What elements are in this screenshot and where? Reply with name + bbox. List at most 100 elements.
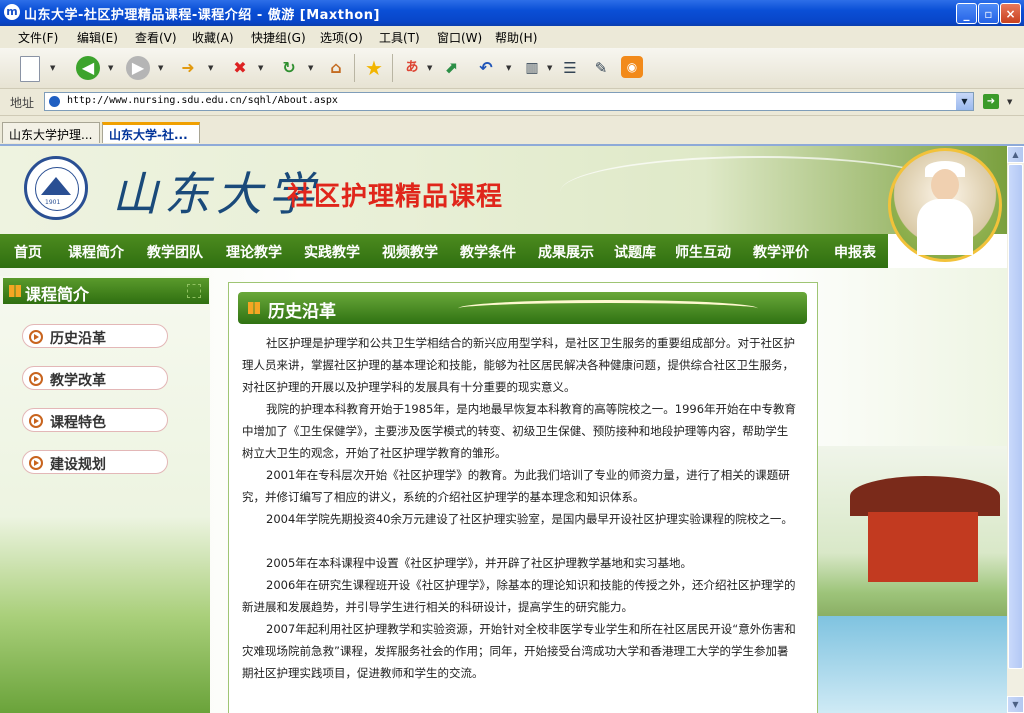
menu-tools[interactable]: 工具(T) [379, 29, 420, 46]
article-heading: 历史沿革 [268, 302, 336, 322]
close-icon[interactable]: × [1000, 3, 1021, 24]
sidebar-item-reform[interactable]: 教学改革 [22, 366, 168, 390]
menu-help[interactable]: 帮助(H) [495, 29, 537, 46]
nav-teaching-team[interactable]: 教学团队 [147, 242, 203, 262]
vertical-scrollbar[interactable]: ▲ ▼ [1007, 146, 1024, 713]
edit-icon[interactable]: ✎ [589, 56, 613, 80]
nav-achievements[interactable]: 成果展示 [538, 242, 594, 262]
water [818, 616, 1007, 713]
chevron-down-icon[interactable]: ▼ [506, 64, 511, 72]
chevron-down-icon[interactable]: ▼ [158, 64, 163, 72]
scroll-thumb[interactable] [1008, 164, 1023, 669]
nav-teaching-conditions[interactable]: 教学条件 [460, 242, 516, 262]
chevron-down-icon[interactable]: ▼ [547, 64, 552, 72]
site-header: 1901 山东大学 社区护理精品课程 [0, 146, 1007, 234]
menu-view[interactable]: 查看(V) [135, 29, 177, 46]
chevron-down-icon[interactable]: ▼ [258, 64, 263, 72]
article-heading-bar: 历史沿革 [238, 292, 807, 324]
chevron-down-icon[interactable]: ▼ [108, 64, 113, 72]
address-bar: 地址 http://www.nursing.sdu.edu.cn/sqhl/Ab… [0, 89, 1024, 116]
sidebar-item-history[interactable]: 历史沿革 [22, 324, 168, 348]
grid-icon [9, 285, 21, 297]
new-page-icon[interactable] [20, 56, 40, 82]
logo-year: 1901 [45, 199, 61, 206]
university-logo: 1901 [24, 156, 88, 220]
forward-icon[interactable]: ▶ [126, 56, 150, 80]
favorites-star-icon[interactable]: ★ [362, 56, 386, 80]
translate-icon[interactable]: あ [400, 56, 424, 80]
nav-practice-teaching[interactable]: 实践教学 [304, 242, 360, 262]
chevron-down-icon[interactable]: ▼ [308, 64, 313, 72]
menu-favorites[interactable]: 收藏(A) [192, 29, 234, 46]
stop-icon[interactable]: ✖ [228, 56, 252, 80]
chevron-down-icon[interactable]: ▼ [956, 93, 973, 110]
refresh-icon[interactable]: ↻ [277, 56, 301, 80]
rss-icon[interactable]: ◉ [621, 56, 643, 78]
menu-groups[interactable]: 快捷组(G) [251, 29, 306, 46]
scroll-up-icon[interactable]: ▲ [1007, 146, 1024, 163]
chevron-down-icon[interactable]: ▼ [208, 64, 213, 72]
undo-icon[interactable]: ↶ [474, 56, 498, 80]
nav-application[interactable]: 申报表 [834, 242, 876, 262]
chevron-down-icon[interactable]: ▼ [1007, 98, 1012, 106]
address-input[interactable]: http://www.nursing.sdu.edu.cn/sqhl/About… [44, 92, 974, 111]
toolbar-separator [354, 54, 355, 82]
maxthon-app-icon[interactable]: m [4, 4, 20, 20]
menu-bar: 文件(F) 编辑(E) 查看(V) 收藏(A) 快捷组(G) 选项(O) 工具(… [0, 26, 1024, 49]
maximize-icon[interactable]: ▫ [978, 3, 999, 24]
nav-home[interactable]: 首页 [14, 242, 42, 262]
page-icon [49, 96, 60, 107]
up-folder-icon[interactable]: ➜ [176, 56, 200, 80]
fullscreen-icon[interactable]: ⬈ [439, 56, 463, 80]
sidebar-item-planning[interactable]: 建设规划 [22, 450, 168, 474]
sidebar-item-features[interactable]: 课程特色 [22, 408, 168, 432]
list-icon[interactable]: ☰ [558, 56, 582, 80]
address-url[interactable]: http://www.nursing.sdu.edu.cn/sqhl/About… [67, 95, 338, 106]
article-paragraph: 我院的护理本科教育开始于1985年，是内地最早恢复本科教育的高等院校之一。199… [242, 402, 797, 460]
window-title: 山东大学-社区护理精品课程-课程介绍 - 傲游 [Maxthon] [24, 8, 380, 23]
columns-icon[interactable]: ▥ [520, 56, 544, 80]
sidebar-heading: 课程简介 [25, 285, 90, 304]
address-label: 地址 [10, 96, 35, 110]
sidebar-item-label: 教学改革 [50, 373, 106, 389]
go-button[interactable]: ➜ [983, 94, 999, 109]
home-icon[interactable]: ⌂ [324, 56, 348, 80]
sidebar-item-label: 课程特色 [50, 415, 106, 431]
tab-bar: 山东大学护理... 山东大学-社... [0, 116, 1024, 146]
nurse-illustration [888, 148, 1002, 262]
nav-video-teaching[interactable]: 视频教学 [382, 242, 438, 262]
minimize-icon[interactable]: _ [956, 3, 977, 24]
nav-course-intro[interactable]: 课程简介 [68, 242, 124, 262]
page-content: 1901 山东大学 社区护理精品课程 首页 课程简介 教学团队 理论教学 实践教… [0, 146, 1007, 713]
grid-icon [248, 302, 260, 314]
scroll-down-icon[interactable]: ▼ [1007, 696, 1024, 713]
menu-options[interactable]: 选项(O) [320, 29, 363, 46]
pavilion [868, 512, 978, 582]
article-paragraph: 社区护理是护理学和公共卫生学相结合的新兴应用型学科，是社区卫生服务的重要组成部分… [242, 336, 795, 394]
nav-question-bank[interactable]: 试题库 [614, 242, 656, 262]
article-paragraph: 2001年在专科层次开始《社区护理学》的教育。为此我们培训了专业的师资力量，进行… [242, 468, 790, 504]
article-paragraph: 2004年学院先期投资40余万元建设了社区护理实验室，是国内最早开设社区护理实验… [266, 512, 793, 526]
toolbar: ▼ ◀ ▼ ▶ ▼ ➜ ▼ ✖ ▼ ↻ ▼ ⌂ ★ あ ▼ ⬈ ↶ ▼ ▥ ▼ … [0, 48, 1024, 89]
nav-interaction[interactable]: 师生互动 [675, 242, 731, 262]
sidebar-heading-bar: 课程简介 [3, 278, 209, 304]
nav-theory-teaching[interactable]: 理论教学 [226, 242, 282, 262]
title-bar: m 山东大学-社区护理精品课程-课程介绍 - 傲游 [Maxthon] _ ▫ … [0, 0, 1024, 26]
back-icon[interactable]: ◀ [76, 56, 100, 80]
sidebar-item-label: 历史沿革 [50, 331, 106, 347]
menu-file[interactable]: 文件(F) [18, 29, 58, 46]
arrow-circle-icon [29, 330, 43, 344]
arrow-circle-icon [29, 456, 43, 470]
menu-window[interactable]: 窗口(W) [437, 29, 482, 46]
chevron-down-icon[interactable]: ▼ [427, 64, 432, 72]
sidebar-item-label: 建设规划 [50, 457, 106, 473]
tab-shandong-course[interactable]: 山东大学-社... [102, 122, 200, 143]
arrow-circle-icon [29, 372, 43, 386]
menu-edit[interactable]: 编辑(E) [77, 29, 118, 46]
chevron-down-icon[interactable]: ▼ [50, 64, 55, 72]
swoosh-decoration [458, 300, 758, 317]
nav-evaluation[interactable]: 教学评价 [753, 242, 809, 262]
tab-shandong-nursing[interactable]: 山东大学护理... [2, 122, 100, 143]
pavilion-roof [850, 476, 1000, 516]
course-title: 社区护理精品课程 [287, 182, 504, 212]
